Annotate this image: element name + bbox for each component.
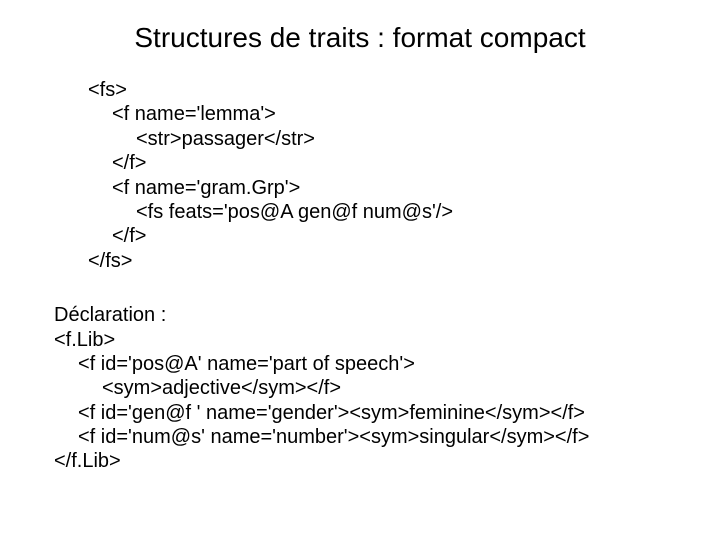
code-line: <f name='lemma'> [88, 102, 720, 126]
decl-heading: Déclaration : [54, 303, 720, 327]
code-line: </f> [88, 224, 720, 248]
code-line: <f id='gen@f ' name='gender'><sym>femini… [54, 401, 720, 425]
code-line: <fs> [88, 78, 720, 102]
code-line: <fs feats='pos@A gen@f num@s'/> [88, 200, 720, 224]
slide-title: Structures de traits : format compact [0, 22, 720, 54]
code-block-1: <fs> <f name='lemma'> <str>passager</str… [88, 78, 720, 273]
code-line: <f name='gram.Grp'> [88, 176, 720, 200]
code-line: </f> [88, 151, 720, 175]
code-line: <f id='pos@A' name='part of speech'> [54, 352, 720, 376]
code-line: <sym>adjective</sym></f> [54, 376, 720, 400]
declaration-block: Déclaration : <f.Lib> <f id='pos@A' name… [54, 303, 720, 474]
code-line: <f id='num@s' name='number'><sym>singula… [54, 425, 720, 449]
code-line: </fs> [88, 249, 720, 273]
code-line: </f.Lib> [54, 449, 720, 473]
code-line: <str>passager</str> [88, 127, 720, 151]
code-line: <f.Lib> [54, 328, 720, 352]
